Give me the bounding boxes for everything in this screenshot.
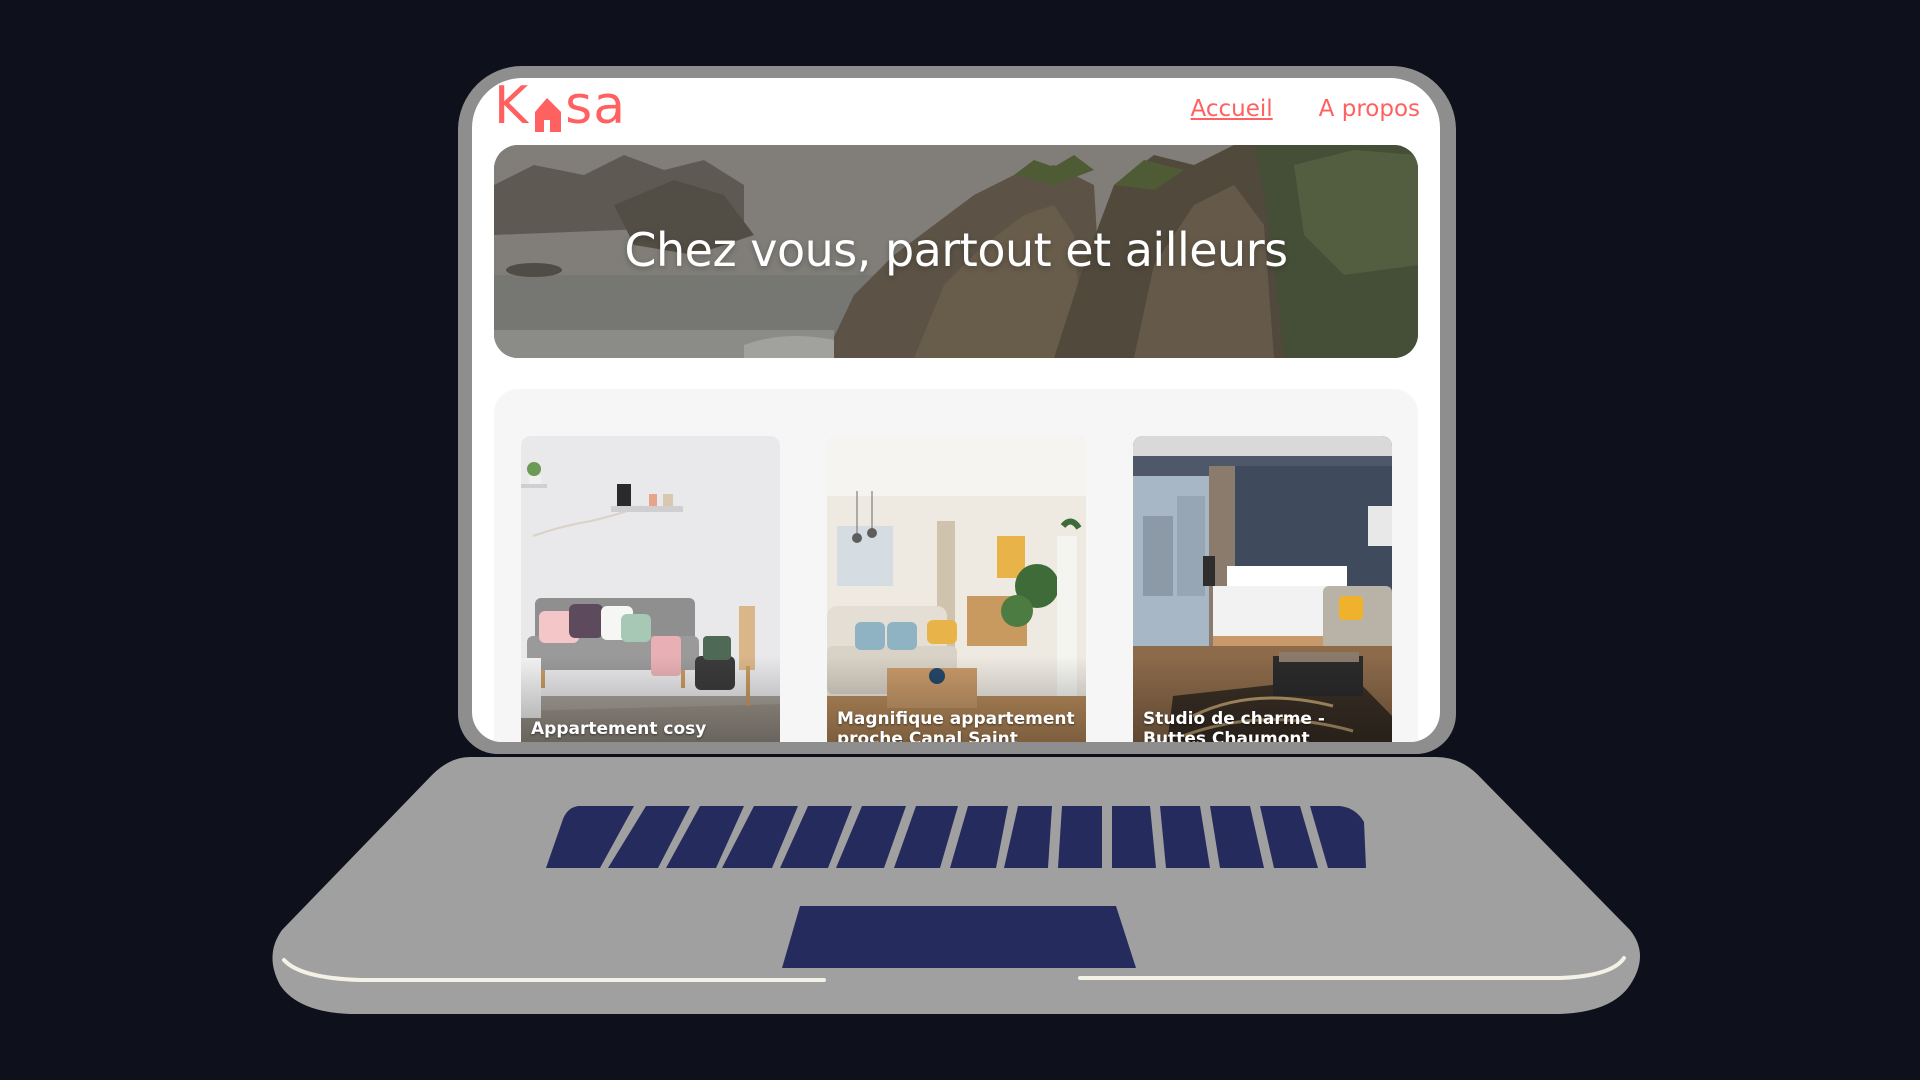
trackpad [782,906,1136,968]
laptop-base [272,757,1640,1014]
